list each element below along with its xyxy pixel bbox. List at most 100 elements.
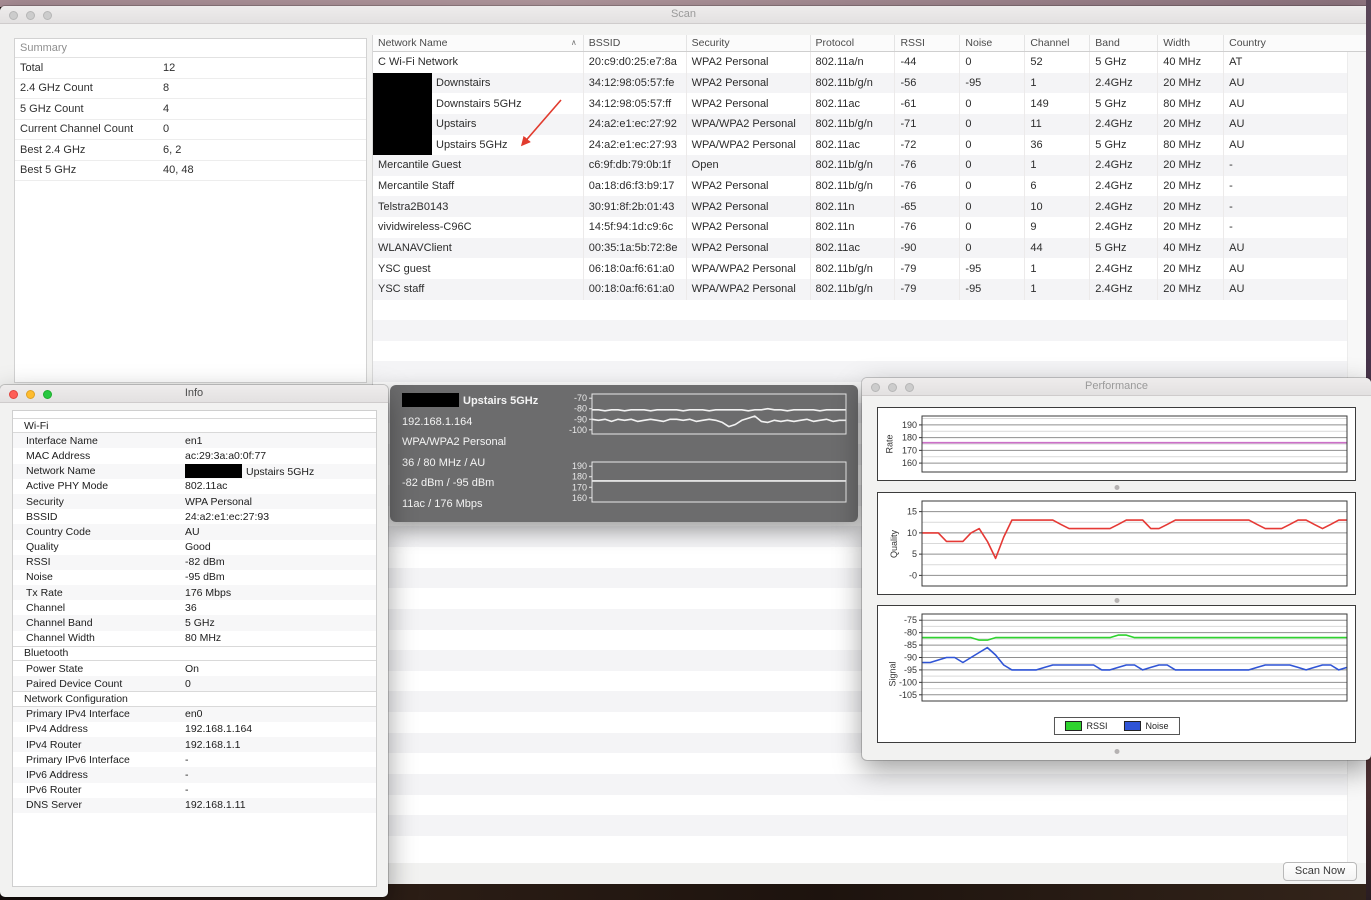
info-row: Channel Width 80 MHz: [13, 631, 376, 646]
cell-bssid: 06:18:0a:f6:61:a0: [584, 258, 687, 279]
redaction-box: [373, 72, 432, 94]
table-row[interactable]: Downstairs 5GHz 34:12:98:05:57:ff WPA2 Per…: [373, 93, 1368, 114]
column-header-band[interactable]: Band: [1090, 35, 1159, 51]
cell-noise: 0: [960, 113, 1026, 135]
info-window-title: Info: [184, 387, 204, 399]
cell-noise: 0: [960, 196, 1026, 217]
cell-name: C Wi-Fi Network: [373, 52, 584, 73]
table-row[interactable]: Mercantile Guest c6:9f:db:79:0b:1f Open 802…: [373, 155, 1368, 176]
cell-bssid: 34:12:98:05:57:ff: [584, 93, 687, 114]
cell-noise: 0: [960, 237, 1026, 259]
info-label: Interface Name: [26, 434, 98, 447]
info-label: Security: [26, 495, 64, 508]
cell-security: WPA2 Personal: [687, 237, 811, 259]
summary-row: Best 2.4 GHz 6, 2: [15, 140, 366, 161]
cell-rssi: -72: [895, 134, 961, 156]
info-value: WPA Personal: [185, 495, 252, 508]
cell-noise: -95: [960, 72, 1026, 94]
splitter-handle[interactable]: [1114, 598, 1119, 603]
summary-row: Best 5 GHz 40, 48: [15, 161, 366, 181]
svg-text:170: 170: [902, 445, 917, 455]
summary-label: 2.4 GHz Count: [20, 82, 93, 95]
redaction-box: [373, 113, 432, 135]
tooltip-line: 36 / 80 MHz / AU: [402, 456, 486, 469]
info-label: DNS Server: [26, 799, 83, 812]
cell-security: WPA/WPA2 Personal: [687, 278, 811, 300]
table-row[interactable]: WLANAVClient 00:35:1a:5b:72:8e WPA2 Person…: [373, 237, 1368, 259]
sort-ascending-icon: ∧: [570, 38, 577, 47]
info-label: Noise: [26, 571, 53, 584]
cell-band: 2.4GHz: [1090, 72, 1159, 94]
info-section-header: Bluetooth: [13, 645, 376, 661]
table-row[interactable]: C Wi-Fi Network 20:c9:d0:25:e7:8a WPA2 Per…: [373, 52, 1368, 73]
info-value: 192.168.1.11: [185, 799, 246, 812]
cell-width: 80 MHz: [1158, 93, 1225, 114]
cell-width: 20 MHz: [1158, 175, 1225, 197]
info-value: 176 Mbps: [185, 586, 232, 599]
cell-name: Upstairs: [373, 113, 584, 135]
info-value: 0: [185, 677, 191, 690]
scan-titlebar[interactable]: Scan: [0, 6, 1367, 24]
svg-text:190: 190: [902, 420, 917, 430]
svg-text:-0: -0: [909, 570, 917, 580]
cell-band: 2.4GHz: [1090, 175, 1159, 197]
cell-country: -: [1224, 196, 1368, 217]
column-header-country[interactable]: Country: [1224, 35, 1368, 51]
svg-text:-70: -70: [574, 393, 587, 403]
table-row[interactable]: Mercantile Staff 0a:18:d6:f3:b9:17 WPA2 Pe…: [373, 175, 1368, 197]
svg-text:5: 5: [912, 549, 917, 559]
table-row[interactable]: Upstairs 24:a2:e1:ec:27:92 WPA/WPA2 Person…: [373, 113, 1368, 135]
splitter-handle[interactable]: [1114, 749, 1119, 754]
cell-protocol: 802.11n: [811, 217, 896, 238]
column-header-noise[interactable]: Noise: [960, 35, 1026, 51]
cell-bssid: 20:c9:d0:25:e7:8a: [584, 52, 687, 73]
table-row[interactable]: Downstairs 34:12:98:05:57:fe WPA2 Personal…: [373, 72, 1368, 94]
summary-value: 6, 2: [163, 143, 182, 156]
column-header-protocol[interactable]: Protocol: [811, 35, 896, 51]
cell-name: Upstairs 5GHz: [373, 134, 584, 156]
info-row: Paired Device Count 0: [13, 676, 376, 692]
table-row[interactable]: vividwireless-C96C 14:5f:94:1d:c9:6c WPA2 …: [373, 217, 1368, 238]
performance-titlebar[interactable]: Performance: [862, 378, 1371, 396]
info-label: Paired Device Count: [26, 677, 123, 690]
cell-band: 5 GHz: [1090, 134, 1159, 156]
column-header-channel[interactable]: Channel: [1025, 35, 1091, 51]
cell-security: WPA/WPA2 Personal: [687, 113, 811, 135]
info-label: Primary IPv4 Interface: [26, 708, 130, 721]
cell-security: WPA/WPA2 Personal: [687, 134, 811, 156]
legend-swatch: [1064, 721, 1082, 731]
table-row[interactable]: Upstairs 5GHz 24:a2:e1:ec:27:93 WPA/WPA2 P…: [373, 134, 1368, 156]
info-value: 802.11ac: [185, 480, 228, 493]
cell-width: 40 MHz: [1158, 52, 1225, 73]
summary-label: Total: [20, 61, 44, 74]
svg-text:-90: -90: [904, 653, 917, 663]
cell-channel: 9: [1025, 217, 1091, 238]
cell-country: AU: [1224, 113, 1368, 135]
info-titlebar[interactable]: Info: [0, 385, 388, 403]
summary-value: 0: [163, 123, 170, 136]
cell-protocol: 802.11b/g/n: [811, 72, 896, 94]
cell-name: Downstairs 5GHz: [373, 93, 584, 114]
splitter-handle[interactable]: [1114, 485, 1119, 490]
cell-band: 2.4GHz: [1090, 196, 1159, 217]
column-header-width[interactable]: Width: [1158, 35, 1225, 51]
summary-rows: Total 12 2.4 GHz Count 8 5 GHz Count 4 Current…: [15, 58, 366, 181]
redaction-box: [373, 93, 432, 114]
table-row[interactable]: YSC guest 06:18:0a:f6:61:a0 WPA/WPA2 Perso…: [373, 258, 1368, 279]
column-header-name[interactable]: Network Name ∧: [373, 35, 584, 51]
info-label: IPv4 Address: [26, 723, 88, 736]
legend-label: Noise: [1145, 721, 1169, 731]
table-row[interactable]: YSC staff 00:18:0a:f6:61:a0 WPA/WPA2 Perso…: [373, 278, 1368, 300]
info-label: Channel: [26, 601, 66, 614]
table-row[interactable]: Telstra2B0143 30:91:8f:2b:01:43 WPA2 Perso…: [373, 196, 1368, 217]
cell-security: Open: [687, 155, 811, 176]
cell-band: 2.4GHz: [1090, 217, 1159, 238]
cell-country: AU: [1224, 278, 1368, 300]
info-row: Channel Band 5 GHz: [13, 615, 376, 631]
scan-now-button[interactable]: Scan Now: [1283, 862, 1357, 881]
cell-country: AT: [1224, 52, 1368, 73]
column-header-rssi[interactable]: RSSI: [895, 35, 961, 51]
column-header-bssid[interactable]: BSSID: [584, 35, 687, 51]
column-header-security[interactable]: Security: [687, 35, 811, 51]
info-label: Power State: [26, 662, 84, 675]
